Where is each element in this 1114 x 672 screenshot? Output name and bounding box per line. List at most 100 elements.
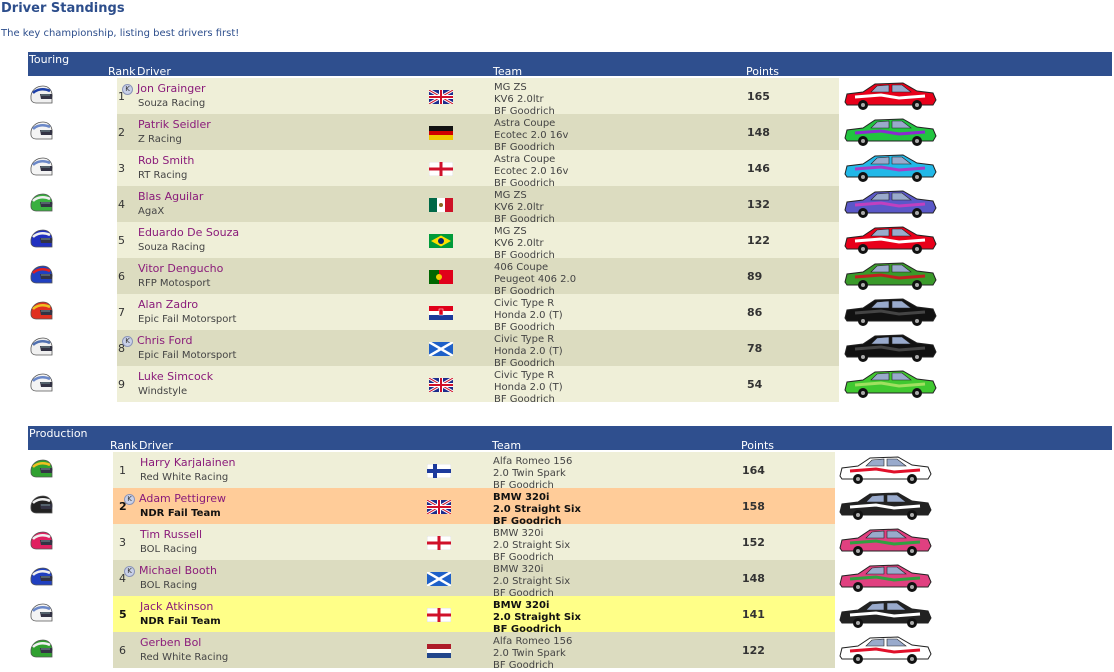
helmet-icon [28,84,54,108]
rank-number: 5 [118,234,125,247]
car-livery-image [841,368,939,400]
driver-name-link[interactable]: K Jon Grainger [122,82,206,95]
points-value: 158 [742,500,765,513]
car-engine: Honda 2.0 (T) [494,310,563,321]
points-value: 78 [747,342,763,355]
row-background [113,560,835,596]
driver-name-text[interactable]: Harry Karjalainen [140,456,236,469]
driver-name-link[interactable]: K Chris Ford [122,334,192,347]
driver-name-text[interactable]: Luke Simcock [138,370,213,383]
car-spec: 406 Coupe Peugeot 406 2.0 BF Goodrich [494,262,576,298]
row-background [117,186,839,222]
driver-name-link[interactable]: Jack Atkinson [140,600,213,613]
car-livery-image [836,598,934,630]
driver-name-text[interactable]: Eduardo De Souza [138,226,239,239]
driver-name-link[interactable]: K Adam Pettigrew [124,492,226,505]
driver-name-link[interactable]: Rob Smith [138,154,194,167]
flag-fi-icon [426,463,452,479]
car-spec: MG ZS KV6 2.0ltr BF Goodrich [494,190,555,226]
driver-name-link[interactable]: Gerben Bol [140,636,201,649]
section-header: Production Rank Driver Team Points [28,426,1112,452]
key-badge-icon: K [124,494,135,505]
car-model: 406 Coupe [494,262,549,273]
car-engine: Honda 2.0 (T) [494,382,563,393]
car-engine: 2.0 Twin Spark [493,468,566,479]
driver-name-link[interactable]: Patrik Seidler [138,118,211,131]
car-engine: KV6 2.0ltr [494,238,544,249]
driver-name-text[interactable]: Jon Grainger [137,82,206,95]
driver-name-link[interactable]: Vitor Dengucho [138,262,223,275]
car-model: Civic Type R [494,370,555,381]
table-row: 7 Alan Zadro Epic Fail Motorsport Civic … [0,294,1114,333]
car-model: Astra Coupe [494,118,556,129]
driver-name-text[interactable]: Chris Ford [137,334,192,347]
rank-number: 2 [118,126,125,139]
car-spec: BMW 320i 2.0 Straight Six BF Goodrich [493,492,581,528]
table-row: 5 Jack Atkinson NDR Fail Team BMW 320i 2… [0,596,1114,635]
table-row: 9 Luke Simcock Windstyle Civic Type R Ho… [0,366,1114,405]
driver-name-text[interactable]: Michael Booth [139,564,217,577]
driver-name-text[interactable]: Jack Atkinson [140,600,213,613]
driver-name-text[interactable]: Rob Smith [138,154,194,167]
driver-team: RT Racing [138,170,188,181]
driver-team: RFP Motosport [138,278,211,289]
driver-team: Red White Racing [140,652,229,663]
car-livery-image [841,80,939,112]
driver-name-link[interactable]: Alan Zadro [138,298,198,311]
points-value: 132 [747,198,770,211]
car-model: MG ZS [494,226,527,237]
table-row: 3 Rob Smith RT Racing Astra Coupe Ecotec… [0,150,1114,189]
driver-team: Souza Racing [138,242,206,253]
driver-name-link[interactable]: K Michael Booth [124,564,217,577]
driver-name-link[interactable]: Blas Aguilar [138,190,203,203]
table-row: 3 Tim Russell BOL Racing BMW 320i 2.0 St… [0,524,1114,563]
car-model: Astra Coupe [494,154,556,165]
flag-en-icon [426,535,452,551]
car-model: MG ZS [494,190,527,201]
helmet-icon [28,566,54,590]
row-background [117,366,839,402]
driver-team: Windstyle [138,386,188,397]
helmet-icon [28,602,54,626]
helmet-icon [28,156,54,180]
car-livery-image [841,116,939,148]
driver-name-text[interactable]: Patrik Seidler [138,118,211,131]
col-points: Points [741,439,775,452]
car-tyres: BF Goodrich [494,394,555,405]
car-model: BMW 320i [493,528,544,539]
driver-team: Z Racing [138,134,182,145]
driver-name-link[interactable]: Harry Karjalainen [140,456,236,469]
points-value: 86 [747,306,763,319]
driver-name-link[interactable]: Eduardo De Souza [138,226,239,239]
car-spec: BMW 320i 2.0 Straight Six BF Goodrich [493,528,570,564]
driver-name-text[interactable]: Alan Zadro [138,298,198,311]
driver-name-text[interactable]: Tim Russell [140,528,202,541]
car-engine: 2.0 Straight Six [493,504,581,515]
table-row: 1 Harry Karjalainen Red White Racing Alf… [0,452,1114,491]
points-value: 164 [742,464,765,477]
driver-team: Epic Fail Motorsport [138,350,237,361]
driver-name-link[interactable]: Tim Russell [140,528,202,541]
driver-name-text[interactable]: Adam Pettigrew [139,492,226,505]
rank-number: 4 [118,198,125,211]
car-model: BMW 320i [493,564,544,575]
rank-number: 5 [119,608,127,621]
points-value: 148 [742,572,765,585]
col-team: Team [492,439,522,452]
table-row: 4 K Michael Booth BOL Racing BMW 320i 2.0… [0,560,1114,599]
car-livery-image [836,454,934,486]
car-livery-image [841,224,939,256]
driver-name-text[interactable]: Vitor Dengucho [138,262,223,275]
row-background [113,596,835,632]
driver-name-link[interactable]: Luke Simcock [138,370,213,383]
page-subtitle: The key championship, listing best drive… [1,28,240,39]
table-row: 8 K Chris Ford Epic Fail Motorsport Civic… [0,330,1114,369]
table-row: 1 K Jon Grainger Souza Racing MG ZS KV6 2… [0,78,1114,117]
car-livery-image [841,332,939,364]
driver-name-text[interactable]: Gerben Bol [140,636,201,649]
car-tyres: BF Goodrich [493,660,554,671]
driver-name-text[interactable]: Blas Aguilar [138,190,203,203]
col-points: Points [746,65,780,78]
rank-number: 3 [119,536,126,549]
col-team: Team [493,65,523,78]
